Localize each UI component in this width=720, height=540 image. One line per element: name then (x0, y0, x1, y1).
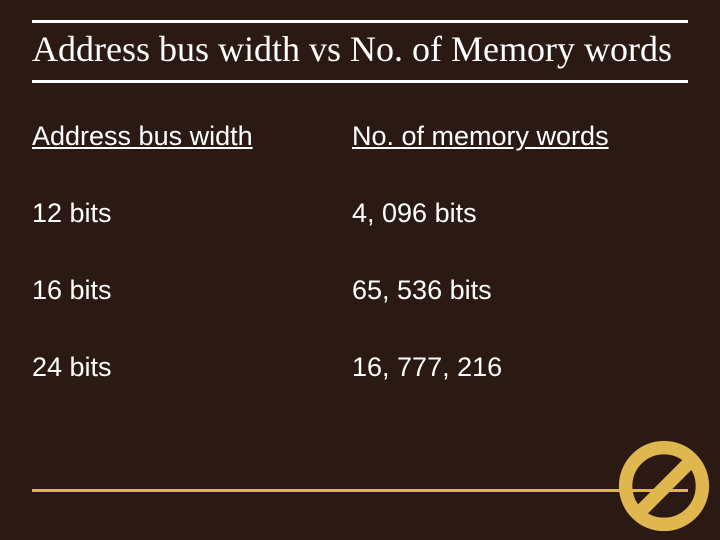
cell-left: 16 bits (32, 275, 352, 306)
title-block: Address bus width vs No. of Memory words (32, 20, 688, 83)
footer-rule (32, 489, 688, 492)
header-right: No. of memory words (352, 121, 688, 152)
slide-title: Address bus width vs No. of Memory words (32, 29, 688, 70)
header-left: Address bus width (32, 121, 352, 152)
cell-right: 4, 096 bits (352, 198, 688, 229)
cell-left: 24 bits (32, 352, 352, 383)
cell-left: 12 bits (32, 198, 352, 229)
no-entry-icon (616, 438, 712, 534)
table-row: 16 bits 65, 536 bits (32, 275, 688, 306)
table-body: Address bus width No. of memory words 12… (32, 121, 688, 383)
table-header-row: Address bus width No. of memory words (32, 121, 688, 152)
cell-right: 16, 777, 216 (352, 352, 688, 383)
table-row: 12 bits 4, 096 bits (32, 198, 688, 229)
table-row: 24 bits 16, 777, 216 (32, 352, 688, 383)
slide: Address bus width vs No. of Memory words… (0, 0, 720, 540)
cell-right: 65, 536 bits (352, 275, 688, 306)
